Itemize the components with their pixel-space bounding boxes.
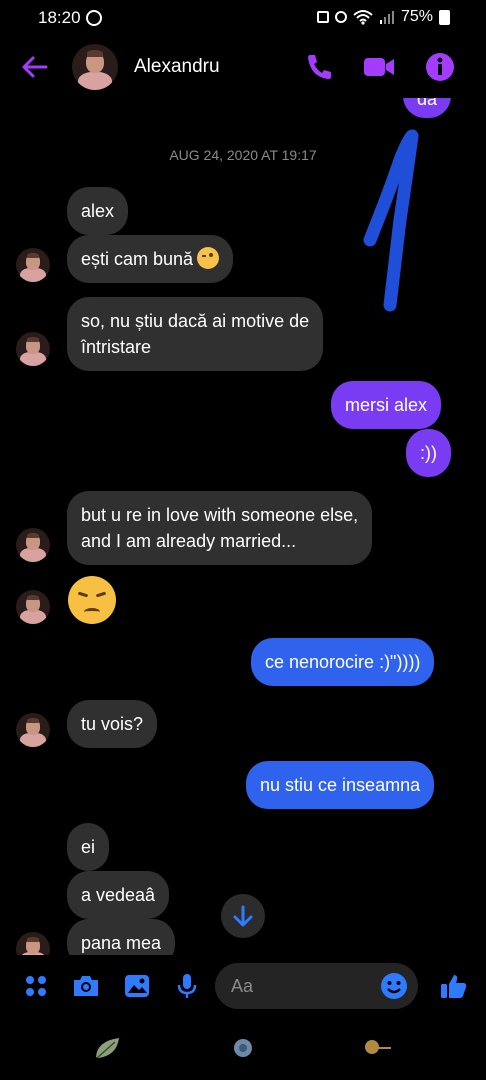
chat-header: Alexandru [0,36,486,98]
avatar[interactable] [16,332,50,366]
video-icon[interactable] [362,50,396,84]
battery-percent: 75% [400,8,433,25]
flower-icon[interactable] [228,1035,258,1061]
composer-bar: Aa [0,955,486,1017]
message-text-line: and I am already married... [81,531,297,551]
message-bubble-received[interactable]: alex [67,187,129,235]
gallery-icon[interactable] [122,971,152,1001]
message-bubble-received[interactable]: tu vois? [67,700,158,748]
message-text: ce nenorocire :)")))) [265,652,421,672]
dried-flower-icon[interactable] [362,1035,392,1061]
message-text: pana mea [81,933,162,953]
message-bubble-received[interactable]: but u re in love with someone else, and … [67,491,373,565]
scroll-down-button[interactable] [221,894,265,938]
message-text: a vedeaâ [81,885,156,905]
message-text-line: so, nu știu dacă ai motive de [81,311,310,331]
avatar[interactable] [16,713,50,747]
mute-icon [334,11,347,23]
system-nav-bar [0,1017,486,1080]
status-time: 18:20 [38,8,81,27]
message-text: alex [81,201,115,221]
message-text: nu stiu ce inseamna [260,775,421,795]
battery-icon [439,9,450,25]
ink-drawing [363,129,419,312]
message-bubble-received[interactable]: ești cam bună [67,235,234,283]
avatar[interactable] [16,248,50,282]
microphone-icon[interactable] [172,971,202,1001]
message-bubble-sent[interactable]: mersi alex [331,381,442,429]
info-icon[interactable] [423,50,457,84]
avatar[interactable] [16,590,50,624]
signal-icon [379,11,394,24]
message-bubble-received[interactable]: so, nu știu dacă ai motive de întristare [67,297,324,371]
winking-face-icon [197,247,220,269]
message-bubble-sent[interactable]: nu stiu ce inseamna [246,761,435,809]
battery-saver-icon [316,11,329,23]
message-text: mersi alex [345,395,428,415]
input-placeholder: Aa [231,976,254,996]
contact-name[interactable]: Alexandru [134,56,220,78]
message-text-line: întristare [81,337,152,357]
phone-icon[interactable] [302,50,336,84]
like-icon[interactable] [438,971,468,1001]
message-bubble-received[interactable]: a vedeaâ [67,871,170,919]
avatar[interactable] [16,528,50,562]
scroll-down-icon [233,905,253,927]
status-bar: 18:20 75% [0,0,486,36]
wifi-icon [353,10,373,25]
message-bubble-received[interactable]: ei [67,823,110,871]
message-text-line: but u re in love with someone else, [81,505,359,525]
message-text: ești cam bună [81,249,194,269]
message-text: :)) [420,443,437,463]
apps-icon[interactable] [21,971,51,1001]
messenger-notification-icon [86,10,102,26]
message-input[interactable]: Aa [215,963,418,1009]
status-right: 75% [316,8,450,26]
message-bubble-sent[interactable]: ce nenorocire :)")))) [251,638,435,686]
disappointed-face-icon[interactable] [68,576,116,624]
message-text: ei [81,837,96,857]
back-arrow-icon[interactable] [20,52,50,82]
camera-icon[interactable] [71,971,101,1001]
contact-avatar[interactable] [72,44,118,90]
message-bubble-sent[interactable]: :)) [406,429,451,477]
leaf-icon[interactable] [93,1035,123,1061]
message-text: tu vois? [81,714,144,734]
emoji-icon[interactable] [380,972,408,1000]
